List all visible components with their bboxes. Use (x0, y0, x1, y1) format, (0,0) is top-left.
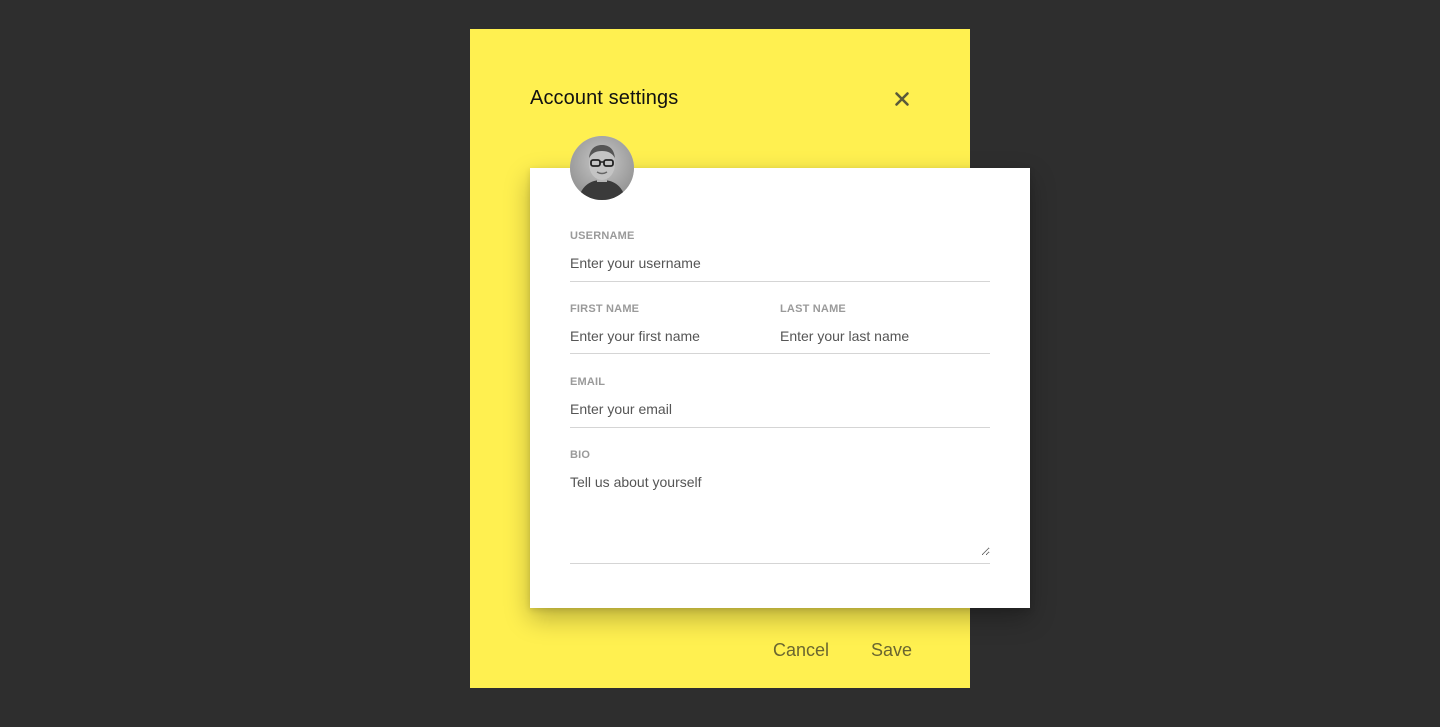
first-name-field-group: FIRST NAME (570, 303, 780, 354)
avatar-photo (570, 136, 634, 200)
settings-form-card: USERNAME FIRST NAME LAST NAME EMAIL BIO (530, 168, 1030, 608)
bio-label: BIO (570, 449, 591, 461)
close-icon (895, 92, 909, 106)
modal-title: Account settings (530, 87, 679, 109)
username-field-group: USERNAME (570, 230, 990, 282)
close-button[interactable] (890, 87, 914, 111)
last-name-field-group: LAST NAME (780, 303, 990, 354)
bio-field-group: BIO (570, 449, 990, 564)
save-button[interactable]: Save (871, 638, 912, 662)
email-label: EMAIL (570, 376, 606, 388)
first-name-label: FIRST NAME (570, 303, 640, 315)
cancel-button[interactable]: Cancel (773, 638, 829, 662)
username-input[interactable] (570, 255, 990, 271)
email-input[interactable] (570, 401, 990, 417)
avatar[interactable] (570, 136, 634, 200)
last-name-input[interactable] (780, 328, 990, 344)
email-field-group: EMAIL (570, 376, 990, 428)
bio-textarea[interactable] (570, 474, 990, 556)
first-name-input[interactable] (570, 328, 780, 344)
username-label: USERNAME (570, 230, 635, 242)
name-row-divider (570, 353, 990, 354)
last-name-label: LAST NAME (780, 303, 846, 315)
